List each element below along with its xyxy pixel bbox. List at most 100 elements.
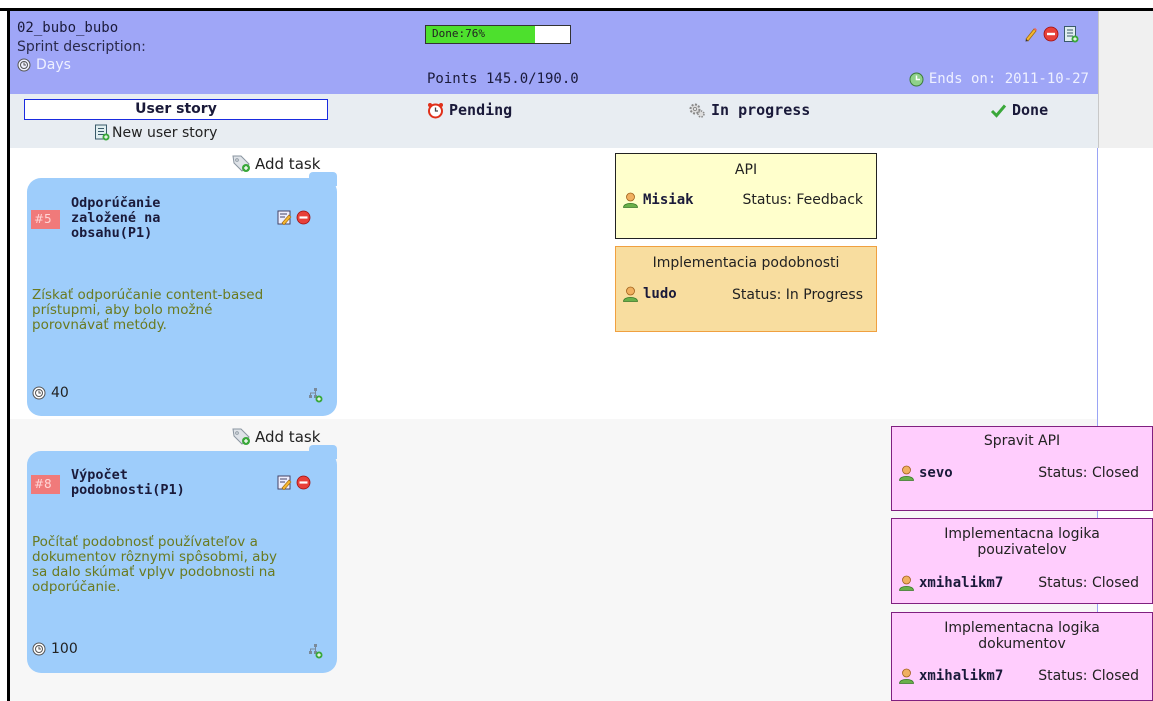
task-title: Implementacna logika dokumentov <box>892 620 1152 652</box>
task-card[interactable]: Implementacna logika dokumentov xmihalik… <box>891 612 1153 701</box>
pending-column-header: Pending <box>427 101 512 119</box>
story-description-line: Počítať podobnosť používateľov a <box>32 534 258 550</box>
task-card[interactable]: API Misiak Status: Feedback <box>615 153 877 239</box>
story-card[interactable]: #8 Výpočet podobnosti(P1) Počítať podobn… <box>27 445 337 673</box>
pencil-icon[interactable] <box>1023 25 1039 42</box>
story-points-value: 100 <box>51 641 78 657</box>
user-icon <box>623 286 638 302</box>
story-points-value: 40 <box>51 385 69 401</box>
add-task-label: Add task <box>255 428 321 446</box>
task-assignee: sevo <box>898 464 953 481</box>
task-assignee-name: xmihalikm7 <box>919 667 1004 684</box>
task-assignee-name: Misiak <box>643 191 694 208</box>
right-gutter <box>1098 11 1153 148</box>
story-description-line: dokumentov rôznymi spôsobmi, aby <box>32 549 278 565</box>
story-card-tab <box>309 172 337 186</box>
ends-on-label: Ends on: 2011-10-27 <box>928 71 1089 87</box>
delete-icon[interactable] <box>296 475 311 490</box>
add-task-link[interactable]: Add task <box>231 154 320 174</box>
delete-icon[interactable] <box>1043 25 1059 42</box>
task-assignee-name: sevo <box>919 464 953 481</box>
sprint-points: Points 145.0/190.0 <box>427 71 579 87</box>
task-status: Status: Feedback <box>742 192 863 208</box>
new-user-story-label: New user story <box>112 124 218 141</box>
task-title-line: Implementacna logika <box>944 620 1100 636</box>
subtask-icon[interactable] <box>307 387 323 403</box>
user-icon <box>899 668 914 684</box>
subtask-icon[interactable] <box>307 643 323 659</box>
gear-icon <box>689 103 705 118</box>
story-description: Získať odporúčanie content-based prístup… <box>32 288 317 333</box>
user-icon <box>899 575 914 591</box>
in-progress-label: In progress <box>711 101 811 119</box>
clock-icon <box>17 58 31 72</box>
task-assignee-name: xmihalikm7 <box>919 574 1004 591</box>
sprint-progress-bar: Done:76% <box>425 25 571 44</box>
story-title-line: založené na <box>71 210 161 226</box>
story-points: 40 <box>32 385 69 401</box>
task-status: Status: Closed <box>1038 465 1139 481</box>
calendar-icon <box>909 72 924 86</box>
story-title-line: obsahu(P1) <box>71 225 153 241</box>
task-assignee-name: ludo <box>643 285 677 302</box>
story-description-line: odporúčanie. <box>32 579 121 595</box>
task-card[interactable]: Implementacia podobnosti ludo Status: In… <box>615 246 877 332</box>
story-id-badge: #5 <box>31 210 60 229</box>
task-card[interactable]: Implementacna logika pouzivatelov xmihal… <box>891 518 1153 604</box>
story-description-line: prístupmi, aby bolo možné <box>32 302 213 318</box>
sprint-description-label: Sprint description: <box>17 39 146 55</box>
delete-icon[interactable] <box>296 210 311 225</box>
task-assignee: ludo <box>622 285 677 302</box>
task-assignee: xmihalikm7 <box>898 574 1003 591</box>
progress-label: Done:76% <box>432 27 485 40</box>
story-description: Počítať podobnosť používateľov a dokumen… <box>32 535 317 595</box>
new-user-story-link[interactable]: New user story <box>94 124 217 141</box>
task-title-line: pouzivatelov <box>977 542 1067 558</box>
story-card[interactable]: #5 Odporúčanie založené na obsahu(P1) Zí… <box>27 172 337 416</box>
task-title: Spravit API <box>983 433 1061 449</box>
story-card-tab <box>309 445 337 459</box>
task-status: Status: Closed <box>1038 668 1139 684</box>
in-progress-column-header: In progress <box>688 101 810 119</box>
user-icon <box>899 465 914 481</box>
document-icon[interactable] <box>1063 25 1079 43</box>
task-title: Implementacna logika pouzivatelov <box>892 526 1152 558</box>
task-title: API <box>734 162 758 178</box>
task-title-line: Implementacna logika <box>944 526 1100 542</box>
edit-icon[interactable] <box>277 475 292 490</box>
task-card[interactable]: Spravit API sevo Status: Closed <box>891 426 1153 511</box>
story-title-line: Výpočet <box>71 467 128 483</box>
add-task-link[interactable]: Add task <box>231 427 320 447</box>
task-assignee: Misiak <box>622 191 694 208</box>
document-add-icon <box>95 124 110 141</box>
tag-icon <box>232 428 250 445</box>
clock-icon <box>32 386 46 400</box>
story-description-line: porovnávať metódy. <box>32 317 167 333</box>
task-assignee: xmihalikm7 <box>898 667 1003 684</box>
story-actions <box>277 475 311 490</box>
user-story-column-header: User story <box>24 99 328 120</box>
task-title-line: dokumentov <box>978 636 1066 652</box>
story-description-line: sa dalo skúmať vplyv podobnosti na <box>32 564 276 580</box>
done-column-header: Done <box>990 101 1048 119</box>
add-task-label: Add task <box>255 155 321 173</box>
story-points: 100 <box>32 641 78 657</box>
done-label: Done <box>1012 101 1049 119</box>
edit-icon[interactable] <box>277 210 292 225</box>
task-title: Implementacia podobnosti <box>652 255 840 271</box>
sprint-end-date: Ends on: 2011-10-27 <box>909 71 1089 87</box>
story-actions <box>277 210 311 225</box>
story-id-badge: #8 <box>31 475 60 494</box>
pending-label: Pending <box>449 101 513 119</box>
tag-icon <box>232 155 250 172</box>
user-icon <box>623 192 638 208</box>
story-description-line: Získať odporúčanie content-based <box>32 287 264 303</box>
story-title: Výpočet podobnosti(P1) <box>71 468 185 498</box>
story-title-line: Odporúčanie <box>71 195 161 211</box>
task-status: Status: In Progress <box>732 287 863 303</box>
clock-icon <box>32 642 46 656</box>
checkmark-icon <box>990 104 1007 118</box>
sprint-actions <box>1023 25 1079 43</box>
sprint-name: 02_bubo_bubo <box>17 20 119 36</box>
task-status: Status: Closed <box>1038 575 1139 591</box>
